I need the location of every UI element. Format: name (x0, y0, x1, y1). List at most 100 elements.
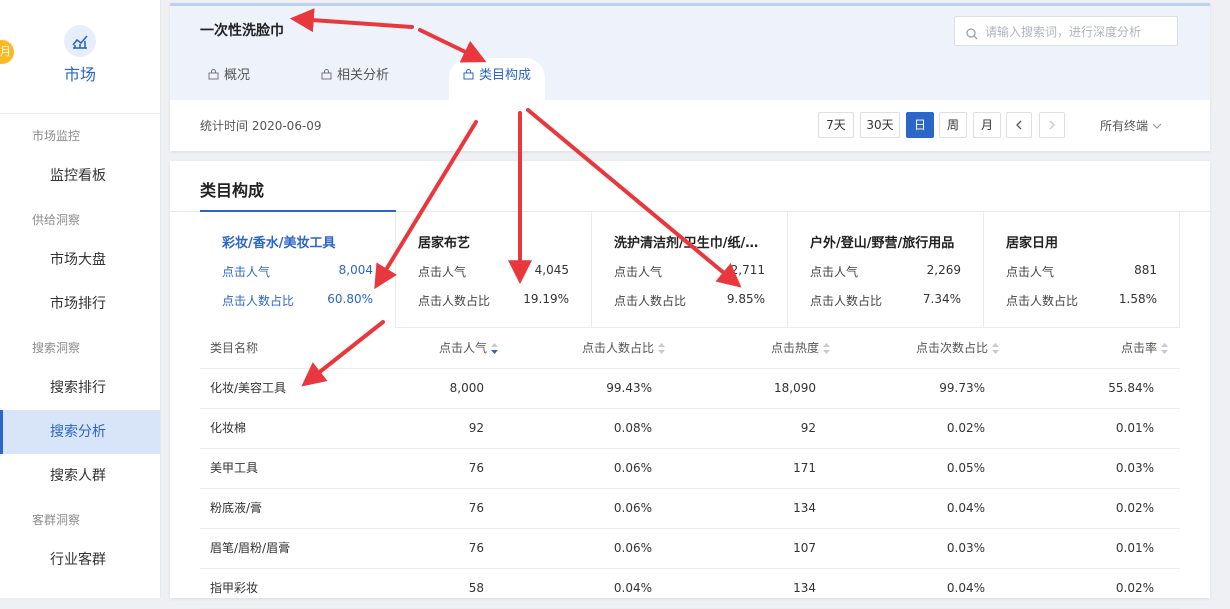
column-header-label: 点击人气 (438, 341, 487, 355)
cell-click-heat: 134 (793, 581, 816, 595)
prev-date-button[interactable] (1006, 112, 1032, 138)
tab-label: 概况 (224, 68, 251, 83)
click-ratio-value: 60.80% (327, 292, 373, 306)
click-popularity-label: 点击人气 (222, 265, 271, 279)
table-row[interactable]: 粉底液/膏 76 0.06% 134 0.04% 0.02% (200, 489, 1180, 529)
range-30-days-button[interactable]: 30天 (860, 112, 900, 138)
bag-icon (208, 59, 219, 95)
category-table: 类目名称 点击人气 点击人数占比 点击热度 点击次数占比 点击率 化妆/美容工具… (200, 329, 1180, 609)
cell-click-ratio: 0.08% (613, 421, 652, 435)
table-header-row: 类目名称 点击人气 点击人数占比 点击热度 点击次数占比 点击率 (200, 329, 1180, 369)
table-row[interactable]: 指甲彩妆 58 0.04% 134 0.04% 0.02% (200, 569, 1180, 609)
sort-icon[interactable] (658, 331, 665, 370)
cell-click-heat: 171 (793, 461, 816, 475)
sort-desc-icon[interactable] (491, 331, 498, 370)
cell-click-ratio: 0.06% (613, 461, 652, 475)
cell-click-rate: 0.01% (1115, 541, 1154, 555)
column-header-click-popularity[interactable]: 点击人气 (439, 329, 498, 370)
cell-click-rate: 0.02% (1115, 581, 1154, 595)
chevron-down-icon (1152, 118, 1162, 132)
header-band: 一次性洗脸巾 概况 相关分析 类目构成 (170, 6, 1210, 100)
range-week-button[interactable]: 周 (939, 112, 967, 138)
bag-icon (463, 59, 474, 95)
next-date-button[interactable] (1039, 112, 1065, 138)
sidebar-item-market-rank[interactable]: 市场排行 (0, 282, 160, 326)
click-ratio-value: 7.34% (922, 292, 961, 306)
cell-click-rate: 55.84% (1108, 381, 1154, 395)
click-popularity-label: 点击人气 (810, 265, 859, 279)
cell-click-popularity: 76 (468, 461, 484, 475)
sort-icon[interactable] (823, 331, 830, 370)
category-card[interactable]: 居家日用 点击人气 881 点击人数占比 1.58% (984, 212, 1180, 328)
cell-category: 化妆/美容工具 (210, 381, 287, 395)
table-row[interactable]: 眉笔/眉粉/眉膏 76 0.06% 107 0.03% 0.01% (200, 529, 1180, 569)
range-day-button[interactable]: 日 (906, 112, 934, 138)
sort-icon[interactable] (1161, 331, 1168, 370)
header-card: 一次性洗脸巾 概况 相关分析 类目构成 统计时间 2020-06-09 7天 3… (170, 3, 1210, 151)
category-card[interactable]: 洗护清洁剂/卫生巾/纸/香薰 点击人气 2,711 点击人数占比 9.85% (592, 212, 788, 328)
terminal-select-value: 所有终端 (1100, 119, 1149, 133)
column-header-click-count-ratio[interactable]: 点击次数占比 (916, 329, 999, 370)
cell-click-ratio: 0.06% (613, 501, 652, 515)
click-ratio-label: 点击人数占比 (418, 294, 491, 308)
module-title[interactable]: 市场 (0, 61, 160, 85)
active-indicator (200, 210, 396, 212)
cell-category: 指甲彩妆 (210, 581, 259, 595)
category-card[interactable]: 居家布艺 点击人气 4,045 点击人数占比 19.19% (396, 212, 592, 328)
sidebar-item-search-rank[interactable]: 搜索排行 (0, 366, 160, 410)
column-header-label: 点击人数占比 (581, 341, 654, 355)
group-search-insight: 搜索洞察 (32, 341, 81, 355)
table-row[interactable]: 美甲工具 76 0.06% 171 0.05% 0.03% (200, 449, 1180, 489)
click-popularity-label: 点击人气 (418, 265, 467, 279)
cell-click-count-ratio: 0.02% (946, 421, 985, 435)
product-name: 一次性洗脸巾 (200, 23, 284, 39)
market-chart-icon (64, 25, 96, 57)
range-month-button[interactable]: 月 (973, 112, 1001, 138)
column-header-click-heat[interactable]: 点击热度 (771, 329, 830, 370)
cell-click-heat: 18,090 (774, 381, 816, 395)
cell-category: 美甲工具 (210, 461, 259, 475)
click-popularity-value: 2,711 (730, 263, 765, 277)
column-header-click-rate[interactable]: 点击率 (1121, 329, 1168, 370)
group-market-monitor: 市场监控 (32, 129, 81, 143)
sort-icon[interactable] (992, 331, 999, 370)
cell-click-popularity: 76 (468, 541, 484, 555)
click-ratio-value: 9.85% (726, 292, 765, 306)
click-popularity-value: 4,045 (534, 263, 569, 277)
category-name: 居家布艺 (418, 236, 471, 251)
cell-click-ratio: 0.04% (613, 581, 652, 595)
click-popularity-value: 881 (1134, 263, 1157, 277)
sidebar-item-monitor-board[interactable]: 监控看板 (0, 154, 160, 198)
category-card[interactable]: 彩妆/香水/美妆工具 点击人气 8,004 点击人数占比 60.80% (200, 210, 396, 328)
click-popularity-value: 2,269 (926, 263, 961, 277)
cell-click-rate: 0.02% (1115, 501, 1154, 515)
click-popularity-label: 点击人气 (1006, 265, 1055, 279)
tab-category-composition[interactable]: 类目构成 (449, 58, 546, 100)
sidebar-item-search-analysis[interactable]: 搜索分析 (0, 410, 160, 454)
sidebar-item-market-overview[interactable]: 市场大盘 (0, 238, 160, 282)
click-ratio-value: 19.19% (523, 292, 569, 306)
terminal-select[interactable]: 所有终端 (1100, 117, 1162, 134)
table-row[interactable]: 化妆/美容工具 8,000 99.43% 18,090 99.73% 55.84… (200, 369, 1180, 409)
sidebar-item-industry-customer[interactable]: 行业客群 (0, 538, 160, 582)
column-header-click-ratio[interactable]: 点击人数占比 (582, 329, 665, 370)
category-card[interactable]: 户外/登山/野营/旅行用品 点击人气 2,269 点击人数占比 7.34% (788, 212, 984, 328)
search-input[interactable] (983, 21, 1173, 43)
sidebar-divider (0, 113, 160, 114)
tab-overview[interactable]: 概况 (208, 58, 250, 100)
sidebar-item-search-crowd[interactable]: 搜索人群 (0, 454, 160, 498)
table-row[interactable]: 化妆棉 92 0.08% 92 0.02% 0.01% (200, 409, 1180, 449)
cell-click-popularity: 8,000 (449, 381, 484, 395)
category-name: 洗护清洁剂/卫生巾/纸/香薰 (614, 236, 769, 251)
tab-related-analysis[interactable]: 相关分析 (321, 58, 389, 100)
cell-click-ratio: 0.06% (613, 541, 652, 555)
range-7-days-button[interactable]: 7天 (818, 112, 854, 138)
category-composition-card: 类目构成 彩妆/香水/美妆工具 点击人气 8,004 点击人数占比 60.80%… (170, 161, 1210, 609)
cell-click-rate: 0.01% (1115, 421, 1154, 435)
column-header-label: 点击热度 (770, 341, 819, 355)
group-supply-insight: 供给洞察 (32, 213, 81, 227)
search-box[interactable] (954, 16, 1178, 46)
cell-click-count-ratio: 0.04% (946, 581, 985, 595)
cell-click-count-ratio: 0.04% (946, 501, 985, 515)
cell-click-heat: 134 (793, 501, 816, 515)
